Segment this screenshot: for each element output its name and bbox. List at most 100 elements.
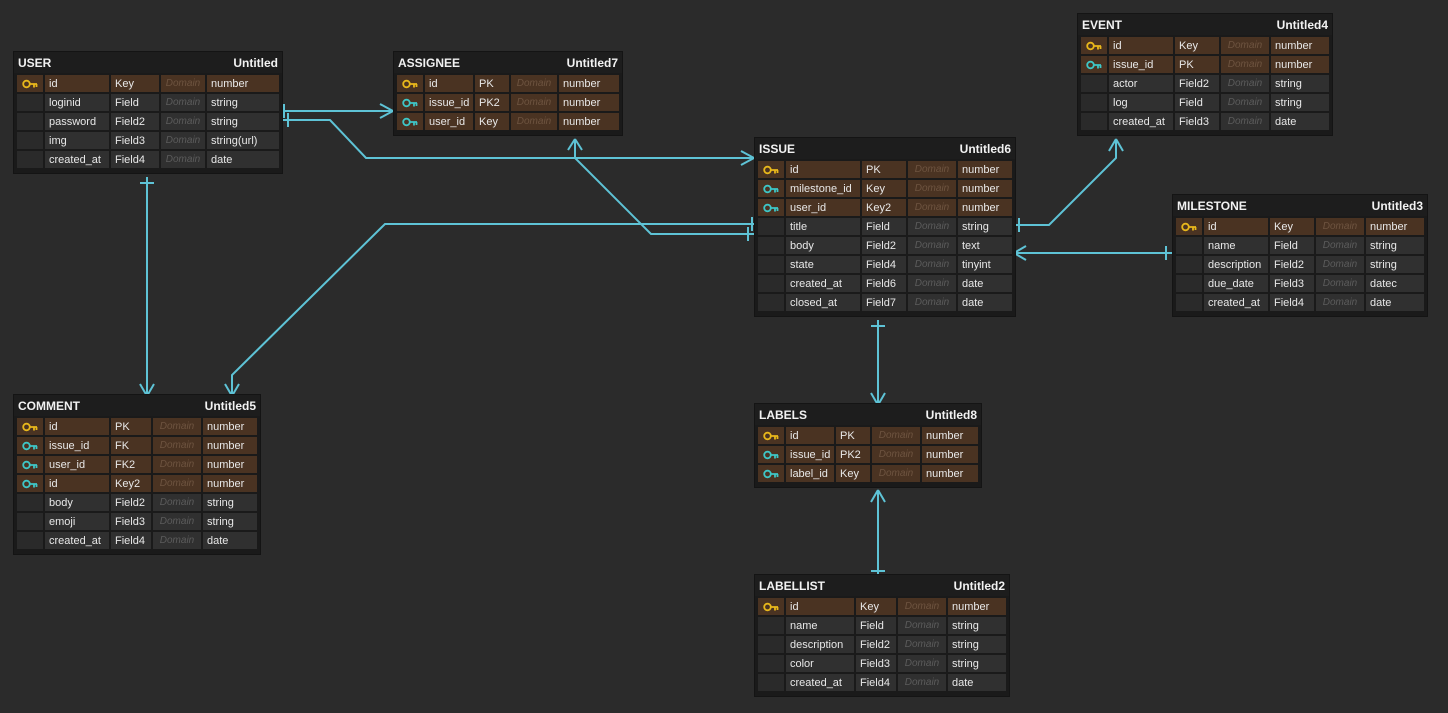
attribute-domain: Domain	[908, 237, 956, 255]
attribute-row[interactable]: created_at Field4 Domain date	[1176, 294, 1424, 313]
attribute-row[interactable]: created_at Field4 Domain date	[17, 151, 279, 170]
entity-header[interactable]: ASSIGNEE Untitled7	[394, 52, 622, 73]
attribute-row[interactable]: title Field Domain string	[758, 218, 1012, 237]
attribute-kind: Field2	[111, 494, 151, 512]
attribute-row[interactable]: body Field2 Domain text	[758, 237, 1012, 256]
attribute-row[interactable]: id PK Domain number	[17, 418, 257, 437]
attribute-row[interactable]: description Field2 Domain string	[758, 636, 1006, 655]
attribute-row[interactable]: actor Field2 Domain string	[1081, 75, 1329, 94]
attribute-row[interactable]: user_id Key Domain number	[397, 113, 619, 132]
entity-comment[interactable]: COMMENT Untitled5 id PK Domain number issue_id…	[14, 395, 260, 554]
entity-event[interactable]: EVENT Untitled4 id Key Domain number issue_id P…	[1078, 14, 1332, 135]
attribute-field: user_id	[425, 113, 473, 131]
entity-header[interactable]: LABELS Untitled8	[755, 404, 981, 425]
attribute-row[interactable]: log Field Domain string	[1081, 94, 1329, 113]
attribute-type: date	[207, 151, 279, 169]
relation-assignee-issue[interactable]	[567, 138, 754, 241]
entity-header[interactable]: MILESTONE Untitled3	[1173, 195, 1427, 216]
attribute-kind: Field3	[856, 655, 896, 673]
relation-issue-labels[interactable]	[870, 320, 886, 406]
attribute-row[interactable]: issue_id PK Domain number	[1081, 56, 1329, 75]
attribute-row[interactable]: name Field Domain string	[758, 617, 1006, 636]
attribute-row[interactable]: due_date Field3 Domain datec	[1176, 275, 1424, 294]
entity-name: LABELLIST	[759, 578, 825, 593]
attribute-row[interactable]: issue_id PK2 Domain number	[758, 446, 978, 465]
attribute-row[interactable]: created_at Field4 Domain date	[17, 532, 257, 551]
relation-user-comment[interactable]	[139, 177, 155, 397]
attribute-domain: Domain	[161, 132, 205, 150]
attribute-field: created_at	[45, 151, 109, 169]
attribute-domain: Domain	[1221, 113, 1269, 131]
attribute-row[interactable]: id Key2 Domain number	[17, 475, 257, 494]
relation-user-assignee[interactable]	[279, 103, 394, 119]
attribute-kind: Field3	[111, 132, 159, 150]
entity-issue[interactable]: ISSUE Untitled6 id PK Domain number milestone_…	[755, 138, 1015, 316]
entity-milestone[interactable]: MILESTONE Untitled3 id Key Domain number name F…	[1173, 195, 1427, 316]
primary-key-icon	[1176, 218, 1202, 236]
primary-key-icon	[758, 598, 784, 616]
relation-labels-labellist[interactable]	[870, 489, 886, 576]
attribute-row[interactable]: loginid Field Domain string	[17, 94, 279, 113]
attribute-row[interactable]: id PK Domain number	[758, 161, 1012, 180]
relation-milestone-issue[interactable]	[1013, 245, 1172, 261]
entity-assignee[interactable]: ASSIGNEE Untitled7 id PK Domain number issue_i…	[394, 52, 622, 135]
attribute-row[interactable]: milestone_id Key Domain number	[758, 180, 1012, 199]
attribute-row[interactable]: closed_at Field7 Domain date	[758, 294, 1012, 313]
attribute-domain: Domain	[898, 617, 946, 635]
icon-cell	[758, 636, 784, 654]
entity-header[interactable]: EVENT Untitled4	[1078, 14, 1332, 35]
entity-header[interactable]: USER Untitled	[14, 52, 282, 73]
attribute-domain: Domain	[161, 151, 205, 169]
attribute-row[interactable]: state Field4 Domain tinyint	[758, 256, 1012, 275]
attribute-row[interactable]: body Field2 Domain string	[17, 494, 257, 513]
entity-user[interactable]: USER Untitled id Key Domain number loginid Fiel…	[14, 52, 282, 173]
relation-comment-issue[interactable]	[224, 217, 754, 397]
attribute-row[interactable]: user_id FK2 Domain number	[17, 456, 257, 475]
attribute-row[interactable]: name Field Domain string	[1176, 237, 1424, 256]
attribute-row[interactable]: id PK Domain number	[758, 427, 978, 446]
attribute-row[interactable]: created_at Field3 Domain date	[1081, 113, 1329, 132]
attribute-row[interactable]: id Key Domain number	[1176, 218, 1424, 237]
attribute-row[interactable]: id Key Domain number	[17, 75, 279, 94]
attribute-domain: Domain	[153, 513, 201, 531]
attribute-field: description	[1204, 256, 1268, 274]
attribute-row[interactable]: id Key Domain number	[758, 598, 1006, 617]
attribute-field: id	[45, 75, 109, 93]
attribute-row[interactable]: created_at Field6 Domain date	[758, 275, 1012, 294]
attribute-row[interactable]: issue_id PK2 Domain number	[397, 94, 619, 113]
primary-key-icon	[17, 418, 43, 436]
relation-issue-event[interactable]	[1014, 138, 1124, 232]
attribute-field: user_id	[786, 199, 860, 217]
attribute-row[interactable]: description Field2 Domain string	[1176, 256, 1424, 275]
attribute-row[interactable]: user_id Key2 Domain number	[758, 199, 1012, 218]
attribute-kind: Field6	[862, 275, 906, 293]
attribute-type: number	[203, 437, 257, 455]
attribute-row[interactable]: id PK Domain number	[397, 75, 619, 94]
attribute-row[interactable]: img Field3 Domain string(url)	[17, 132, 279, 151]
attribute-field: title	[786, 218, 860, 236]
attribute-domain: Domain	[153, 456, 201, 474]
entity-labels[interactable]: LABELS Untitled8 id PK Domain number issue_id P…	[755, 404, 981, 487]
attribute-type: number	[1271, 37, 1329, 55]
entity-labellist[interactable]: LABELLIST Untitled2 id Key Domain number name F…	[755, 575, 1009, 696]
attribute-row[interactable]: label_id Key Domain number	[758, 465, 978, 484]
attribute-domain: Domain	[898, 636, 946, 654]
attribute-row[interactable]: created_at Field4 Domain date	[758, 674, 1006, 693]
attribute-domain: Domain	[908, 294, 956, 312]
attribute-kind: Key	[836, 465, 870, 483]
attribute-row[interactable]: issue_id FK Domain number	[17, 437, 257, 456]
attribute-field: created_at	[786, 674, 854, 692]
primary-key-icon	[397, 75, 423, 93]
entity-name: ASSIGNEE	[398, 55, 461, 70]
attribute-row[interactable]: password Field2 Domain string	[17, 113, 279, 132]
attribute-kind: PK	[836, 427, 870, 445]
attribute-field: issue_id	[786, 446, 834, 464]
attribute-row[interactable]: emoji Field3 Domain string	[17, 513, 257, 532]
entity-header[interactable]: ISSUE Untitled6	[755, 138, 1015, 159]
foreign-key-icon	[758, 180, 784, 198]
attribute-row[interactable]: color Field3 Domain string	[758, 655, 1006, 674]
entity-header[interactable]: COMMENT Untitled5	[14, 395, 260, 416]
entity-header[interactable]: LABELLIST Untitled2	[755, 575, 1009, 596]
primary-key-icon	[1081, 37, 1107, 55]
attribute-row[interactable]: id Key Domain number	[1081, 37, 1329, 56]
